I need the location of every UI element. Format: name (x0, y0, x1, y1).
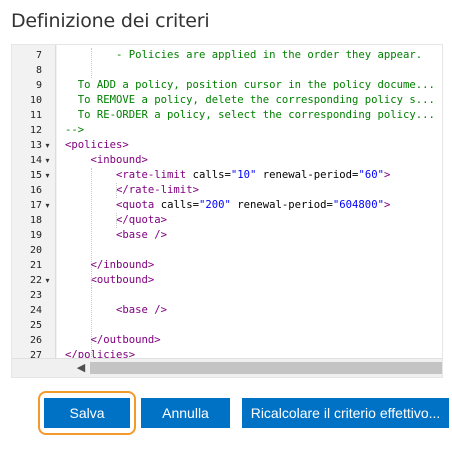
code-token: To RE-ORDER a policy, select the corresp… (65, 109, 435, 121)
line-number: 7 (35, 50, 42, 61)
code-line[interactable]: To REMOVE a policy, delete the correspon… (65, 93, 435, 108)
indent-guide (90, 48, 92, 78)
line-number: 20 (29, 245, 42, 256)
code-token: - Policies are applied in the order they… (90, 49, 423, 61)
policy-code-editor[interactable]: 7 8 9 10 11 12 13 ▾ 14 ▾ 15 ▾ 16 17 ▾ 18 19 20 21 22 ▾ 23 24 25… (11, 44, 443, 378)
code-token: </rate-limit> (116, 184, 199, 196)
line-number: 11 (29, 110, 42, 121)
code-line[interactable]: To ADD a policy, position cursor in the … (65, 78, 435, 93)
code-token: </policies> (65, 349, 136, 358)
code-token: To ADD a policy, position cursor in the … (65, 79, 435, 91)
code-token: <rate-limit (116, 169, 187, 181)
recalculate-effective-policy-button[interactable]: Ricalcolare il criterio effettivo... (242, 398, 449, 428)
line-number: 24 (29, 305, 42, 316)
code-token: "604800" (332, 199, 384, 211)
save-button[interactable]: Salva (44, 398, 130, 428)
fold-toggle-icon[interactable]: ▾ (43, 168, 52, 183)
line-number: 26 (29, 335, 42, 346)
line-number: 16 (29, 185, 42, 196)
line-number: 18 (29, 215, 42, 226)
code-line[interactable]: <base /> (65, 228, 167, 243)
fold-toggle-icon[interactable]: ▾ (43, 273, 52, 288)
code-token: calls= (186, 169, 231, 181)
code-line[interactable]: <quota calls="200" renewal-period="60480… (65, 198, 390, 213)
indent-guide (90, 288, 92, 358)
code-line[interactable]: To RE-ORDER a policy, select the corresp… (65, 108, 435, 123)
line-number: 8 (35, 65, 42, 76)
code-line[interactable]: </policies> (65, 348, 135, 358)
code-line[interactable]: </inbound> (65, 258, 155, 273)
code-token: <base /> (116, 304, 168, 316)
code-token: <policies> (65, 139, 129, 151)
code-token: <base /> (116, 229, 168, 241)
code-token: > (383, 199, 391, 211)
code-token: --> (65, 124, 85, 136)
line-number: 23 (29, 290, 42, 301)
page-title: Definizione dei criteri (11, 10, 210, 32)
scroll-left-icon[interactable]: ◀ (74, 362, 88, 374)
code-content[interactable]: - Policies are applied in the order they… (57, 45, 442, 358)
code-token: </outbound> (90, 334, 161, 346)
horizontal-scrollbar[interactable]: ◀ (12, 358, 442, 377)
code-token: <inbound> (90, 154, 148, 166)
line-number: 10 (29, 95, 42, 106)
line-number: 21 (29, 260, 42, 271)
code-line[interactable]: <rate-limit calls="10" renewal-period="6… (65, 168, 390, 183)
code-token: "200" (198, 199, 231, 211)
line-number: 15 (29, 170, 42, 181)
line-number: 27 (29, 350, 42, 358)
code-line[interactable]: </outbound> (65, 333, 161, 348)
line-number: 9 (35, 80, 42, 91)
code-token: > (383, 169, 391, 181)
code-token: renewal-period= (256, 169, 359, 181)
indent-guide (116, 213, 118, 228)
code-line[interactable]: <base /> (65, 303, 167, 318)
cancel-button[interactable]: Annulla (141, 398, 230, 428)
code-area[interactable]: 7 8 9 10 11 12 13 ▾ 14 ▾ 15 ▾ 16 17 ▾ 18 19 20 21 22 ▾ 23 24 25… (12, 45, 442, 358)
code-token: <outbound> (90, 274, 155, 286)
fold-toggle-icon[interactable]: ▾ (43, 198, 52, 213)
indent-guide (116, 183, 118, 198)
code-token: "60" (358, 169, 384, 181)
line-number-gutter: 7 8 9 10 11 12 13 ▾ 14 ▾ 15 ▾ 16 17 ▾ 18 19 20 21 22 ▾ 23 24 25… (12, 45, 56, 358)
code-token: renewal-period= (230, 199, 333, 211)
code-line[interactable]: --> (65, 123, 84, 138)
line-number: 13 (29, 140, 42, 151)
line-number: 19 (29, 230, 42, 241)
code-token: "10" (230, 169, 257, 181)
code-token: To REMOVE a policy, delete the correspon… (65, 94, 435, 106)
code-token: </inbound> (90, 259, 155, 271)
code-line[interactable]: </rate-limit> (65, 183, 199, 198)
code-line[interactable]: <inbound> (65, 153, 148, 168)
code-token: </quota> (116, 214, 168, 226)
line-number: 17 (29, 200, 42, 211)
indent-guide (90, 168, 92, 288)
code-line[interactable]: - Policies are applied in the order they… (65, 48, 422, 63)
fold-toggle-icon[interactable]: ▾ (43, 138, 52, 153)
line-number: 25 (29, 320, 42, 331)
line-number: 14 (29, 155, 42, 166)
code-token: <quota (116, 199, 155, 211)
line-number: 22 (29, 275, 42, 286)
scrollbar-thumb[interactable] (90, 362, 442, 374)
code-line[interactable]: <outbound> (65, 273, 155, 288)
code-line[interactable]: <policies> (65, 138, 129, 153)
code-token: calls= (154, 199, 199, 211)
fold-toggle-icon[interactable]: ▾ (43, 153, 52, 168)
line-number: 12 (29, 125, 42, 136)
